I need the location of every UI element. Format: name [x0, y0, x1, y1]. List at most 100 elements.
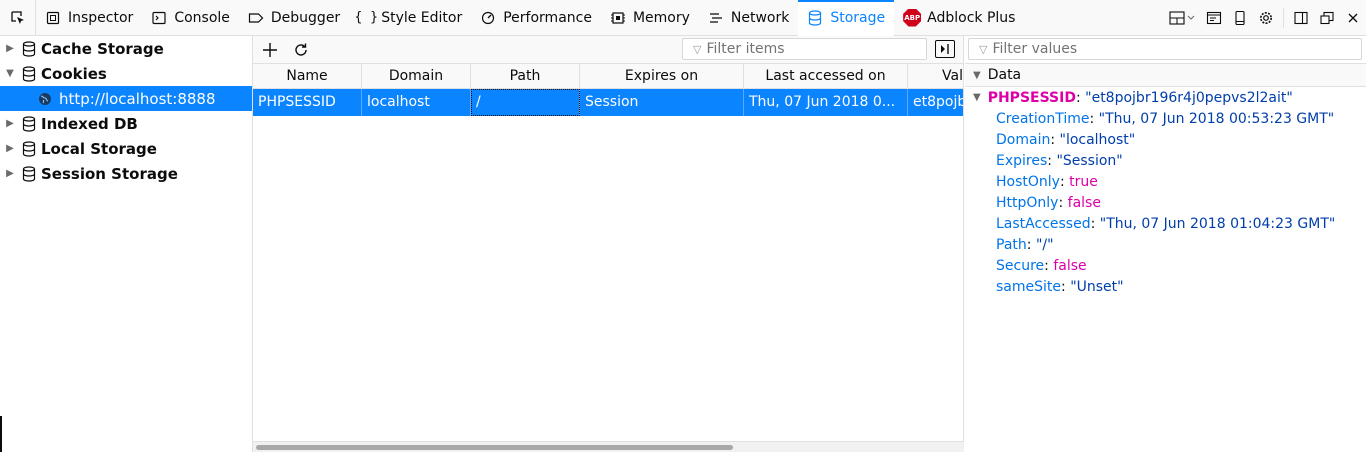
- separator-colon: :: [1089, 110, 1099, 127]
- tree-item-label: Indexed DB: [41, 114, 138, 133]
- sidebar-toggle-button[interactable]: [935, 40, 955, 58]
- tab-debugger[interactable]: Debugger: [239, 0, 349, 36]
- horizontal-scrollbar[interactable]: [253, 441, 964, 452]
- cell-value[interactable]: et8pojb: [908, 89, 963, 116]
- database-icon: [22, 40, 36, 57]
- variable-property-row[interactable]: HostOnly: true: [965, 171, 1366, 192]
- variable-property-row[interactable]: LastAccessed: "Thu, 07 Jun 2018 01:04:23…: [965, 213, 1366, 234]
- add-item-button[interactable]: [256, 36, 284, 64]
- tab-memory[interactable]: Memory: [601, 0, 699, 36]
- variable-property-row[interactable]: Expires: "Session": [965, 150, 1366, 171]
- toolbar-right-tools: [1165, 0, 1366, 36]
- refresh-button[interactable]: [287, 36, 315, 64]
- column-header-path[interactable]: Path: [471, 64, 580, 88]
- tab-performance[interactable]: Performance: [471, 0, 601, 36]
- tree-item-session-storage[interactable]: ▶ Session Storage: [0, 161, 252, 186]
- cell-expires-on[interactable]: Session: [580, 89, 744, 116]
- column-header-domain[interactable]: Domain: [362, 64, 471, 88]
- separate-window-button[interactable]: [1314, 0, 1340, 36]
- console-icon: [151, 10, 167, 26]
- tab-adblock-plus[interactable]: ABP Adblock Plus: [894, 0, 1024, 36]
- property-key: HttpOnly: [996, 194, 1059, 211]
- tab-storage[interactable]: Storage: [798, 0, 895, 36]
- collapsed-arrow-icon[interactable]: ▶: [4, 168, 16, 179]
- cell-domain[interactable]: localhost: [362, 89, 471, 116]
- database-icon: [22, 65, 36, 82]
- separator-colon: :: [1061, 278, 1071, 295]
- expanded-arrow-icon[interactable]: ▼: [973, 70, 981, 81]
- tab-label: Memory: [632, 9, 690, 26]
- settings-button[interactable]: [1253, 0, 1279, 36]
- scrollbar-thumb[interactable]: [256, 445, 733, 450]
- separator-colon: :: [1047, 152, 1057, 169]
- mobile-icon: [1235, 10, 1245, 26]
- collapsed-arrow-icon[interactable]: ▶: [4, 118, 16, 129]
- column-header-value[interactable]: Val: [908, 64, 963, 88]
- tree-item-cache-storage[interactable]: ▶ Cache Storage: [0, 36, 252, 61]
- tab-console[interactable]: Console: [142, 0, 239, 36]
- property-value: "Session": [1056, 152, 1123, 169]
- tree-item-label: http://localhost:8888: [59, 89, 216, 108]
- section-title: Data: [987, 67, 1022, 83]
- variables-sidebar: ▽ Filter values ▼ Data ▼ PHPSESSID: "et8…: [965, 36, 1366, 452]
- tab-style-editor[interactable]: { } Style Editor: [349, 0, 471, 36]
- separator-colon: :: [1058, 194, 1068, 211]
- property-value: false: [1067, 194, 1101, 211]
- property-value: "Unset": [1070, 278, 1124, 295]
- property-value: false: [1053, 257, 1087, 274]
- filter-items-input[interactable]: ▽ Filter items: [682, 38, 927, 60]
- property-key: Domain: [996, 131, 1051, 148]
- data-section-header[interactable]: ▼ Data: [965, 63, 1366, 87]
- close-icon: [1348, 13, 1358, 23]
- tree-item-local-storage[interactable]: ▶ Local Storage: [0, 136, 252, 161]
- plus-icon: [263, 42, 277, 57]
- tree-item-localhost-8888[interactable]: http://localhost:8888: [0, 86, 252, 111]
- toolbar-separator: [1283, 8, 1284, 28]
- table-toolbar: ▽ Filter items: [253, 36, 963, 64]
- split-console-dropdown-button[interactable]: [1165, 0, 1201, 36]
- responsive-design-button[interactable]: [1227, 0, 1253, 36]
- column-header-expires-on[interactable]: Expires on: [580, 64, 744, 88]
- dock-side-button[interactable]: [1288, 0, 1314, 36]
- variable-property-row[interactable]: Secure: false: [965, 255, 1366, 276]
- variable-property-row[interactable]: Path: "/": [965, 234, 1366, 255]
- close-button[interactable]: [1340, 0, 1366, 36]
- variable-property-row[interactable]: Domain: "localhost": [965, 129, 1366, 150]
- filter-values-input[interactable]: ▽ Filter values: [968, 38, 1362, 60]
- performance-icon: [480, 10, 496, 26]
- cell-path[interactable]: /: [471, 89, 580, 116]
- sidebar-toggle-icon: [941, 44, 949, 54]
- tree-item-indexed-db[interactable]: ▶ Indexed DB: [0, 111, 252, 136]
- property-key: CreationTime: [996, 110, 1090, 127]
- variable-root-row[interactable]: ▼ PHPSESSID: "et8pojbr196r4j0pepvs2l2ait…: [965, 87, 1366, 108]
- cell-name[interactable]: PHPSESSID: [253, 89, 362, 116]
- property-value: "Thu, 07 Jun 2018 01:04:23 GMT": [1099, 215, 1336, 232]
- cell-last-accessed-on[interactable]: Thu, 07 Jun 2018 0...: [744, 89, 908, 116]
- tree-item-label: Session Storage: [41, 164, 178, 183]
- variable-property-row[interactable]: CreationTime: "Thu, 07 Jun 2018 00:53:23…: [965, 108, 1366, 129]
- inspector-icon: [45, 10, 61, 26]
- tab-inspector[interactable]: Inspector: [36, 0, 142, 36]
- filter-icon: ▽: [693, 42, 702, 56]
- variable-property-row[interactable]: HttpOnly: false: [965, 192, 1366, 213]
- tab-network[interactable]: Network: [699, 0, 798, 36]
- element-picker-button[interactable]: [0, 0, 36, 36]
- variable-property-row[interactable]: sameSite: "Unset": [965, 276, 1366, 297]
- collapsed-arrow-icon[interactable]: ▶: [4, 143, 16, 154]
- column-header-last-accessed-on[interactable]: Last accessed on: [744, 64, 908, 88]
- frame-select-button[interactable]: [1201, 0, 1227, 36]
- tab-label: Inspector: [68, 9, 134, 26]
- tab-label: Debugger: [270, 9, 341, 26]
- text-cursor: [0, 416, 2, 452]
- network-icon: [708, 10, 724, 26]
- table-row[interactable]: PHPSESSID localhost / Session Thu, 07 Ju…: [253, 89, 963, 116]
- expanded-arrow-icon[interactable]: ▼: [973, 92, 981, 103]
- expanded-arrow-icon[interactable]: ▼: [4, 68, 16, 79]
- database-icon: [22, 165, 36, 182]
- column-header-name[interactable]: Name: [253, 64, 362, 88]
- property-key: LastAccessed: [996, 215, 1091, 232]
- tree-item-cookies[interactable]: ▼ Cookies: [0, 61, 252, 86]
- collapsed-arrow-icon[interactable]: ▶: [4, 43, 16, 54]
- property-key: HostOnly: [996, 173, 1060, 190]
- property-key: Secure: [996, 257, 1045, 274]
